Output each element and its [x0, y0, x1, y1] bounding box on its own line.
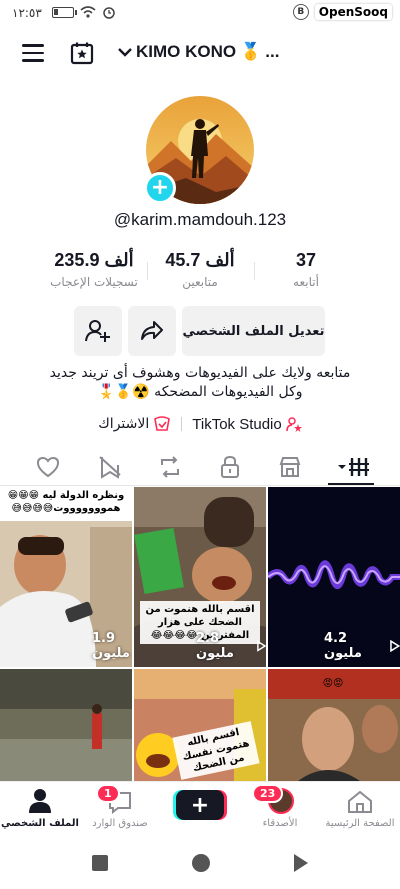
heart-icon [36, 456, 60, 478]
bottom-nav: الصفحة الرئيسية 23 الأصدقاء + 1 صندوق ال… [0, 781, 400, 843]
play-icon [390, 640, 400, 652]
back-button[interactable] [292, 853, 310, 873]
tab-liked[interactable] [34, 454, 62, 480]
profile-handle: @karim.mamdouh.123 [113, 210, 287, 229]
view-count-text: 2.8 مليون [196, 631, 234, 661]
video-thumbnail[interactable]: اقسم بالله هنموت من الضحك على هزار المفت… [134, 487, 266, 667]
nav-inbox[interactable]: 1 صندوق الوارد [80, 782, 160, 844]
nav-profile[interactable]: الملف الشخصي [0, 782, 80, 844]
status-icons [52, 5, 116, 19]
studio-icon [285, 417, 302, 432]
following-count: 37 [295, 250, 317, 270]
view-count: 4.2 مليون [324, 631, 400, 661]
nav-inbox-label: صندوق الوارد [92, 818, 148, 829]
drafts-hidden-icon [99, 456, 121, 479]
share-arrow-icon [141, 321, 163, 340]
b-icon: B [292, 4, 309, 20]
wifi-icon [80, 6, 96, 18]
view-count-text: 1.9 مليون [92, 631, 130, 661]
video-caption: ونظره الدولة ليه 😁😁😁 هموووووووت😅😅😅😅 [0, 487, 132, 517]
tab-drafts[interactable] [96, 454, 124, 480]
stat-divider [147, 262, 148, 280]
followers-count: 45.7 ألف [165, 250, 235, 270]
followers-stat[interactable]: 45.7 ألف متابعين [155, 250, 245, 289]
nav-friends[interactable]: 23 الأصدقاء [240, 782, 320, 844]
tab-reposts[interactable] [156, 454, 184, 480]
profile-icon [29, 789, 51, 813]
video-grid: ونظره الدولة ليه 😁😁😁 هموووووووت😅😅😅😅 1.9 … [0, 487, 400, 781]
home-system-button[interactable] [192, 854, 210, 872]
likes-stat[interactable]: 235.9 ألف تسجيلات الإعجاب [44, 250, 144, 289]
bio-line: متابعه ولايك على الفيديوهات وهشوف أى تري… [49, 365, 351, 381]
battery-icon [52, 6, 77, 18]
tiktok-studio-link[interactable]: TikTok Studio [192, 415, 302, 433]
share-profile-button[interactable] [128, 306, 176, 356]
tab-shop[interactable] [276, 454, 304, 480]
video-thumbnail[interactable]: ونظره الدولة ليه 😁😁😁 هموووووووت😅😅😅😅 1.9 … [0, 487, 132, 667]
video-caption: 😡😡 [322, 678, 344, 689]
video-thumbnail[interactable]: 😡😡 [268, 669, 400, 781]
watermark-logo: OpenSooq [314, 4, 392, 20]
following-label: أتابعه [293, 275, 319, 289]
bio-line: وكل الفيديوهات المضحكه ☢️🥇🎖️ [97, 384, 303, 400]
nav-home-label: الصفحة الرئيسية [325, 818, 395, 829]
links-divider [181, 417, 183, 431]
home-icon [348, 790, 372, 813]
account-switcher[interactable]: KIMO KONO 🥇 ... [118, 42, 279, 62]
following-stat[interactable]: 37 أتابعه [276, 250, 336, 289]
calendar-star-icon[interactable] [70, 41, 94, 65]
add-user-icon [85, 320, 110, 342]
nav-home[interactable]: الصفحة الرئيسية [320, 782, 400, 844]
video-thumbnail[interactable] [0, 669, 132, 781]
status-time: ١٢:٥٣ [12, 6, 42, 20]
add-avatar-button[interactable]: + [144, 172, 176, 204]
friends-badge: 23 [252, 784, 284, 803]
likes-count: 235.9 ألف [54, 250, 134, 270]
play-icon [257, 640, 266, 652]
inbox-badge: 1 [96, 784, 120, 803]
studio-label: TikTok Studio [192, 415, 282, 433]
video-thumbnail[interactable]: 4.2 مليون [268, 487, 400, 667]
edit-profile-button[interactable]: تعديل الملف الشخصي [182, 306, 325, 356]
account-name: KIMO KONO [136, 42, 237, 61]
videos-grid-icon [338, 458, 369, 476]
subscribe-link[interactable]: الاشتراك [98, 416, 171, 432]
profile-bio: متابعه ولايك على الفيديوهات وهشوف أى تري… [20, 364, 380, 402]
tabs-divider [0, 485, 400, 486]
stat-divider [254, 262, 255, 280]
add-friend-button[interactable] [74, 306, 122, 356]
chevron-down-icon [118, 48, 132, 57]
tab-videos[interactable] [336, 454, 372, 480]
subscribe-label: الاشتراك [98, 416, 150, 432]
menu-icon[interactable] [22, 44, 44, 62]
tab-private[interactable] [216, 454, 244, 480]
recents-button[interactable] [92, 855, 108, 871]
profile-links: الاشتراك TikTok Studio [0, 414, 400, 434]
create-post-button[interactable]: + [176, 790, 224, 820]
alarm-icon [103, 7, 115, 19]
likes-label: تسجيلات الإعجاب [50, 275, 138, 289]
status-bar: ١٢:٥٣ B OpenSooq [0, 0, 400, 28]
video-thumbnail[interactable]: اقسم بالله هتموت نفسك من الضحك [134, 669, 266, 781]
nav-profile-label: الملف الشخصي [1, 818, 79, 829]
nav-friends-label: الأصدقاء [262, 818, 298, 829]
subscribe-icon [154, 416, 171, 431]
view-count-text: 4.2 مليون [324, 631, 362, 661]
followers-label: متابعين [182, 275, 218, 289]
top-bar: KIMO KONO 🥇 ... [0, 36, 400, 76]
lock-icon [221, 455, 239, 478]
active-tab-indicator [328, 483, 374, 485]
account-emoji: 🥇 [240, 42, 262, 61]
repost-icon [161, 456, 179, 478]
system-nav-bar [0, 843, 400, 889]
content-tabs [0, 450, 400, 486]
view-count: 2.8 مليون [196, 631, 266, 661]
view-count: 1.9 مليون [92, 631, 132, 661]
shop-icon [279, 457, 301, 477]
more-indicator: ... [265, 42, 280, 61]
